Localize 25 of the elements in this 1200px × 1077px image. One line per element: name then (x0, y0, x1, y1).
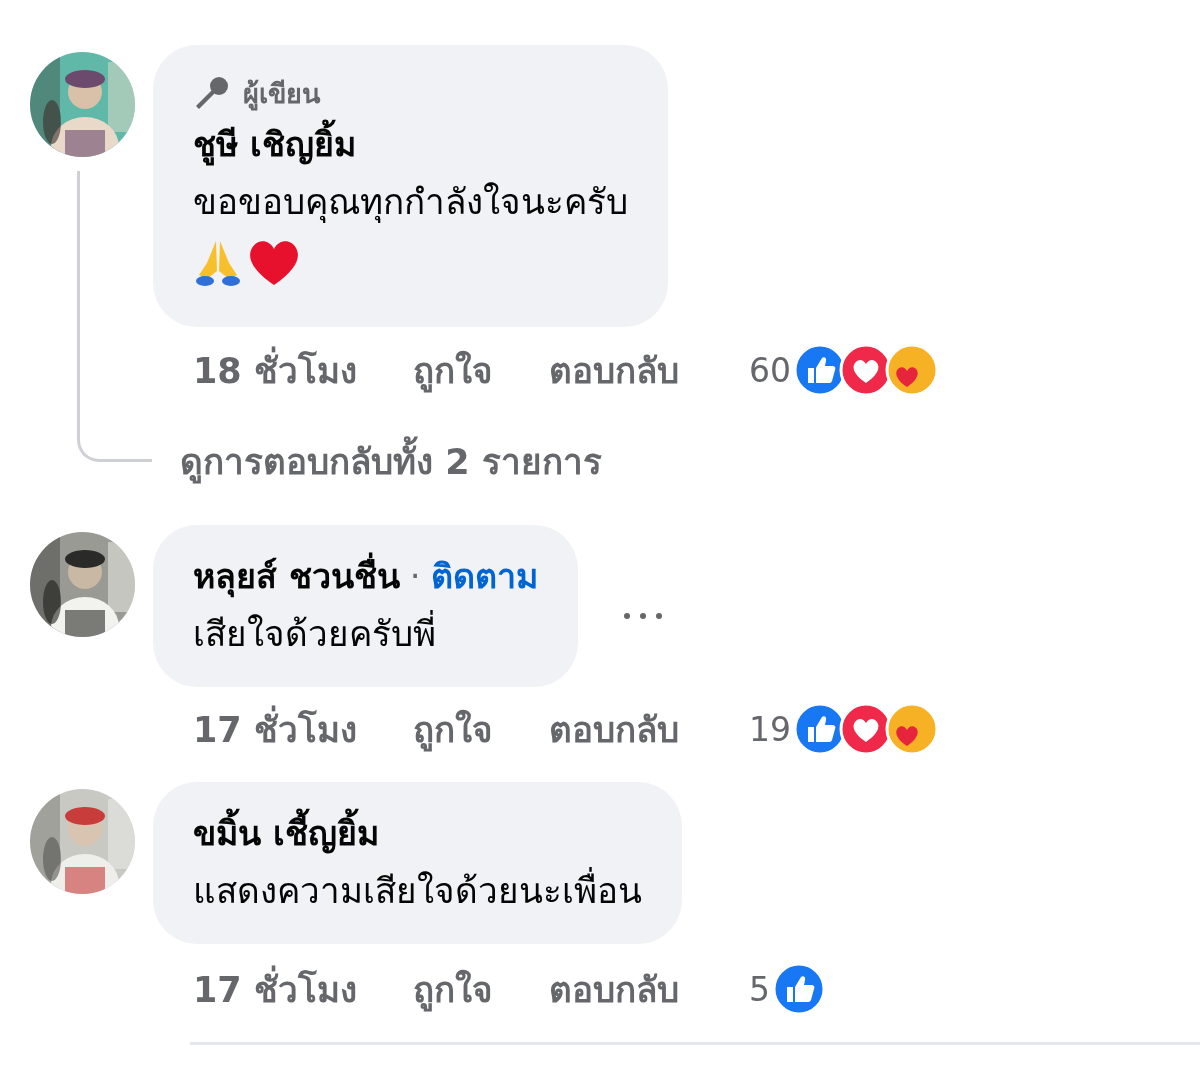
comment-time: 17 ชั่วโมง (193, 701, 357, 757)
comment-text: ขอขอบคุณทุกกำลังใจนะครับ (193, 181, 628, 225)
like-link[interactable]: ถูกใจ (412, 961, 493, 1017)
separator: · (409, 555, 421, 598)
reply-link[interactable]: ตอบกลับ (548, 342, 679, 398)
like-link[interactable]: ถูกใจ (412, 701, 493, 757)
like-link[interactable]: ถูกใจ (412, 342, 493, 398)
view-replies-link[interactable]: ดูการตอบกลับทั้ง 2 รายการ (180, 433, 1200, 491)
reply-link[interactable]: ตอบกลับ (548, 961, 679, 1017)
heart-hug-icon (884, 702, 939, 756)
author-name: ชูษี เชิญยิ้ม (193, 115, 356, 173)
heart-hug-icon (884, 343, 939, 397)
reaction-count: 19 (748, 709, 791, 749)
reaction-count: 5 (748, 969, 770, 1009)
comment-text: แสดงความเสียใจด้วยนะเพื่อน (193, 862, 642, 920)
author-name: หลุยส์ ชวนชื่น (193, 547, 400, 605)
comment-time: 18 ชั่วโมง (193, 342, 357, 398)
comment-text: เสียใจด้วยครับพี่ (193, 605, 436, 663)
author-label: ผู้เขียน (243, 76, 320, 113)
comment-time: 17 ชั่วโมง (193, 961, 357, 1017)
more-icon[interactable] (622, 612, 663, 620)
follow-link[interactable]: ติดตาม (430, 547, 538, 605)
reply-link[interactable]: ตอบกลับ (548, 701, 679, 757)
reaction-count: 60 (748, 350, 791, 390)
author-name: ขมิ้น เชี้ญยิ้ม (193, 804, 379, 862)
